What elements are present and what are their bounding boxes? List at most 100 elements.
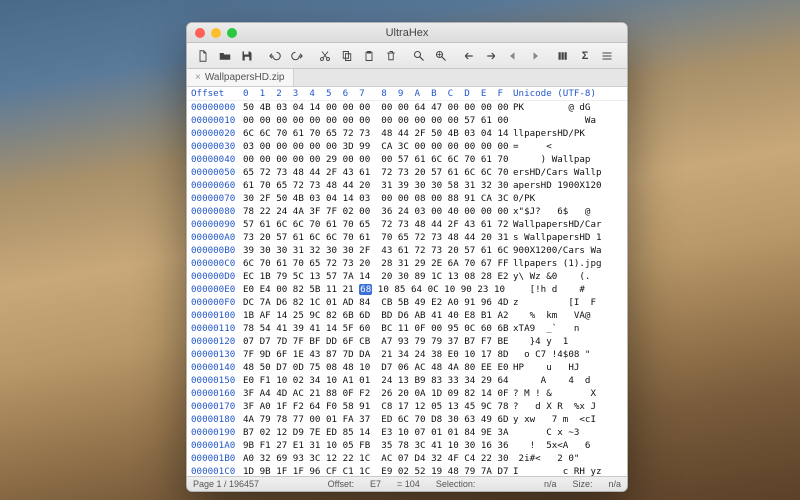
bytes-cell[interactable]: 73 20 57 61 6C 6C 70 61 70 65 72 73 48 4… (243, 231, 513, 244)
tab-active[interactable]: × WallpapersHD.zip (187, 69, 294, 86)
bytes-cell[interactable]: 07 D7 7D 7F BF DD 6F CB A7 93 79 79 37 B… (243, 335, 513, 348)
hex-row[interactable]: 000001A09B F1 27 E1 31 10 05 FB 35 78 3C… (187, 439, 627, 452)
hex-row[interactable]: 0000003003 00 00 00 00 00 3D 99 CA 3C 00… (187, 140, 627, 153)
columns-button[interactable] (553, 47, 573, 65)
ascii-cell[interactable]: [!h d # (513, 283, 625, 296)
hex-row[interactable]: 0000005065 72 73 48 44 2F 43 61 72 73 20… (187, 166, 627, 179)
ascii-cell[interactable]: PK @ dG (513, 101, 625, 114)
ascii-cell[interactable]: HP u HJ (513, 361, 625, 374)
ascii-cell[interactable]: ersHD/Cars Wallp (513, 166, 625, 179)
hex-row[interactable]: 000000E0E0 E4 00 82 5B 11 21 68 10 85 64… (187, 283, 627, 296)
ascii-cell[interactable]: Wa (513, 114, 625, 127)
hex-row[interactable]: 000000D0EC 1B 79 5C 13 57 7A 14 20 30 89… (187, 270, 627, 283)
close-tab-icon[interactable]: × (195, 72, 201, 83)
bytes-cell[interactable]: 48 50 D7 0D 75 08 48 10 D7 06 AC 48 4A 8… (243, 361, 513, 374)
ascii-cell[interactable]: z [I F (513, 296, 625, 309)
hex-rows[interactable]: 0000000050 4B 03 04 14 00 00 00 00 00 64… (187, 101, 627, 476)
bytes-cell[interactable]: 6C 70 61 70 65 72 73 20 28 31 29 2E 6A 7… (243, 257, 513, 270)
ascii-cell[interactable]: x"$J? 6$ @ (513, 205, 625, 218)
hex-row[interactable]: 000001B0A0 32 69 93 3C 12 22 1C AC 07 D4… (187, 452, 627, 465)
ascii-cell[interactable]: xTA9 _` n (513, 322, 625, 335)
hex-row[interactable]: 000000A073 20 57 61 6C 6C 70 61 70 65 72… (187, 231, 627, 244)
ascii-cell[interactable]: ? M ! & X (513, 387, 625, 400)
open-file-button[interactable] (215, 47, 235, 65)
delete-button[interactable] (381, 47, 401, 65)
zoom-window-button[interactable] (227, 28, 237, 38)
titlebar[interactable]: UltraHex (187, 23, 627, 43)
ascii-cell[interactable]: 2i#< 2 0" (513, 452, 625, 465)
hex-row[interactable]: 000001703F A0 1F F2 64 F0 58 91 C8 17 12… (187, 400, 627, 413)
hex-row[interactable]: 00000150E0 F1 10 02 34 10 A1 01 24 13 B9… (187, 374, 627, 387)
ascii-cell[interactable]: ! 5x<A 6 (513, 439, 625, 452)
hex-row[interactable]: 0000014048 50 D7 0D 75 08 48 10 D7 06 AC… (187, 361, 627, 374)
bytes-cell[interactable]: 3F A4 4D AC 21 88 0F F2 26 20 0A 1D 09 8… (243, 387, 513, 400)
redo-button[interactable] (287, 47, 307, 65)
hex-row[interactable]: 000000206C 6C 70 61 70 65 72 73 48 44 2F… (187, 127, 627, 140)
ascii-cell[interactable]: ) Wallpap (513, 153, 625, 166)
ascii-cell[interactable]: % km VA@ (513, 309, 625, 322)
ascii-cell[interactable]: A 4 d (513, 374, 625, 387)
next-result-button[interactable] (481, 47, 501, 65)
bytes-cell[interactable]: 4A 79 78 77 00 01 FA 37 ED 6C 70 D8 30 6… (243, 413, 513, 426)
operations-button[interactable] (597, 47, 617, 65)
bytes-cell[interactable]: B7 02 12 D9 7E ED 85 14 E3 10 07 01 01 8… (243, 426, 513, 439)
new-file-button[interactable] (193, 47, 213, 65)
hex-row[interactable]: 0000009057 61 6C 6C 70 61 70 65 72 73 48… (187, 218, 627, 231)
ascii-cell[interactable]: WallpapersHD/Car (513, 218, 625, 231)
bytes-cell[interactable]: 57 61 6C 6C 70 61 70 65 72 73 48 44 2F 4… (243, 218, 513, 231)
bytes-cell[interactable]: EC 1B 79 5C 13 57 7A 14 20 30 89 1C 13 0… (243, 270, 513, 283)
bytes-cell[interactable]: 61 70 65 72 73 48 44 20 31 39 30 30 58 3… (243, 179, 513, 192)
checksum-button[interactable]: Σ (575, 47, 595, 65)
paste-button[interactable] (359, 47, 379, 65)
bytes-cell[interactable]: 1D 9B 1F 1F 96 CF C1 1C E9 02 52 19 48 7… (243, 465, 513, 476)
ascii-cell[interactable]: I c RH yz (513, 465, 625, 476)
ascii-cell[interactable]: llpapers (1).jpg (513, 257, 625, 270)
copy-button[interactable] (337, 47, 357, 65)
save-file-button[interactable] (237, 47, 257, 65)
ascii-cell[interactable]: C x ~3 (513, 426, 625, 439)
hex-row[interactable]: 0000004000 00 00 00 00 29 00 00 00 57 61… (187, 153, 627, 166)
minimize-window-button[interactable] (211, 28, 221, 38)
undo-button[interactable] (265, 47, 285, 65)
hex-row[interactable]: 0000006061 70 65 72 73 48 44 20 31 39 30… (187, 179, 627, 192)
ascii-cell[interactable]: o C7 !4$08 " (513, 348, 625, 361)
bytes-cell[interactable]: 6C 6C 70 61 70 65 72 73 48 44 2F 50 4B 0… (243, 127, 513, 140)
prev-result-button[interactable] (459, 47, 479, 65)
ascii-cell[interactable]: }4 y 1 (513, 335, 625, 348)
bytes-cell[interactable]: 3F A0 1F F2 64 F0 58 91 C8 17 12 05 13 4… (243, 400, 513, 413)
bytes-cell[interactable]: 9B F1 27 E1 31 10 05 FB 35 78 3C 41 10 3… (243, 439, 513, 452)
hex-row[interactable]: 0000008078 22 24 4A 3F 7F 02 00 36 24 03… (187, 205, 627, 218)
ascii-cell[interactable]: ? d X R %x J (513, 400, 625, 413)
bytes-cell[interactable]: 30 2F 50 4B 03 04 14 03 00 00 08 00 88 9… (243, 192, 513, 205)
hex-row[interactable]: 0000001000 00 00 00 00 00 00 00 00 00 00… (187, 114, 627, 127)
cursor-byte[interactable]: 68 (359, 284, 372, 295)
bytes-cell[interactable]: 50 4B 03 04 14 00 00 00 00 00 64 47 00 0… (243, 101, 513, 114)
cut-button[interactable] (315, 47, 335, 65)
bytes-cell[interactable]: DC 7A D6 82 1C 01 AD 84 CB 5B 49 E2 A0 9… (243, 296, 513, 309)
close-window-button[interactable] (195, 28, 205, 38)
bytes-cell[interactable]: 78 22 24 4A 3F 7F 02 00 36 24 03 00 40 0… (243, 205, 513, 218)
nav-forward-button[interactable] (525, 47, 545, 65)
bytes-cell[interactable]: 00 00 00 00 00 29 00 00 00 57 61 6C 6C 7… (243, 153, 513, 166)
hex-row[interactable]: 0000011078 54 41 39 41 14 5F 60 BC 11 0F… (187, 322, 627, 335)
bytes-cell[interactable]: 65 72 73 48 44 2F 43 61 72 73 20 57 61 6… (243, 166, 513, 179)
search-button[interactable] (409, 47, 429, 65)
hex-row[interactable]: 000001C01D 9B 1F 1F 96 CF C1 1C E9 02 52… (187, 465, 627, 476)
hex-row[interactable]: 000001804A 79 78 77 00 01 FA 37 ED 6C 70… (187, 413, 627, 426)
bytes-cell[interactable]: E0 E4 00 82 5B 11 21 68 10 85 64 0C 10 9… (243, 283, 513, 296)
bytes-cell[interactable]: 00 00 00 00 00 00 00 00 00 00 00 00 00 5… (243, 114, 513, 127)
ascii-cell[interactable]: s WallpapersHD 1 (513, 231, 625, 244)
hex-row[interactable]: 000000B039 30 30 31 32 30 30 2F 43 61 72… (187, 244, 627, 257)
nav-back-button[interactable] (503, 47, 523, 65)
hex-row[interactable]: 0000012007 D7 7D 7F BF DD 6F CB A7 93 79… (187, 335, 627, 348)
ascii-cell[interactable]: = < (513, 140, 625, 153)
bytes-cell[interactable]: 7F 9D 6F 1E 43 87 7D DA 21 34 24 38 E0 1… (243, 348, 513, 361)
hex-row[interactable]: 000001603F A4 4D AC 21 88 0F F2 26 20 0A… (187, 387, 627, 400)
hex-row[interactable]: 000000C06C 70 61 70 65 72 73 20 28 31 29… (187, 257, 627, 270)
ascii-cell[interactable]: y xw 7 m <cI (513, 413, 625, 426)
hex-editor[interactable]: Offset 0 1 2 3 4 5 6 7 8 9 A B C D E F U… (187, 87, 627, 476)
hex-row[interactable]: 00000190B7 02 12 D9 7E ED 85 14 E3 10 07… (187, 426, 627, 439)
ascii-cell[interactable]: 900X1200/Cars Wa (513, 244, 625, 257)
hex-row[interactable]: 0000000050 4B 03 04 14 00 00 00 00 00 64… (187, 101, 627, 114)
bytes-cell[interactable]: 1B AF 14 25 9C 82 6B 6D BD D6 AB 41 40 E… (243, 309, 513, 322)
